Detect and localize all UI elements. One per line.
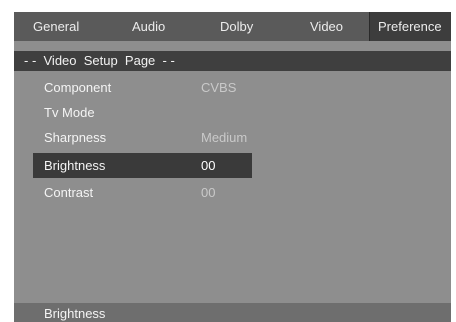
status-bar: Brightness xyxy=(14,303,451,322)
tab-audio[interactable]: Audio xyxy=(132,12,165,41)
setting-label: Brightness xyxy=(44,158,106,173)
setting-row-brightness[interactable]: Brightness 00 xyxy=(33,153,252,178)
tab-video[interactable]: Video xyxy=(310,12,343,41)
tab-dolby[interactable]: Dolby xyxy=(220,12,253,41)
setting-value: CVBS xyxy=(201,80,237,95)
tab-bar: General Audio Dolby Video Preference xyxy=(14,12,451,41)
setting-row-sharpness[interactable]: Sharpness Medium xyxy=(33,125,252,150)
page-title: - - Video Setup Page - - xyxy=(14,51,451,71)
setting-value: 00 xyxy=(201,185,216,200)
setting-value: Medium xyxy=(201,130,248,145)
setting-row-contrast[interactable]: Contrast 00 xyxy=(33,180,252,205)
setting-label: Sharpness xyxy=(44,130,107,145)
setting-row-tv-mode[interactable]: Tv Mode xyxy=(33,100,252,125)
tab-preference[interactable]: Preference xyxy=(369,12,451,41)
setting-label: Tv Mode xyxy=(44,105,95,120)
setting-label: Component xyxy=(44,80,112,95)
setting-row-component[interactable]: Component CVBS xyxy=(33,75,252,100)
setting-value: 00 xyxy=(201,158,216,173)
video-setup-screen: General Audio Dolby Video Preference - -… xyxy=(14,12,451,322)
tab-general[interactable]: General xyxy=(33,12,79,41)
setting-label: Contrast xyxy=(44,185,94,200)
